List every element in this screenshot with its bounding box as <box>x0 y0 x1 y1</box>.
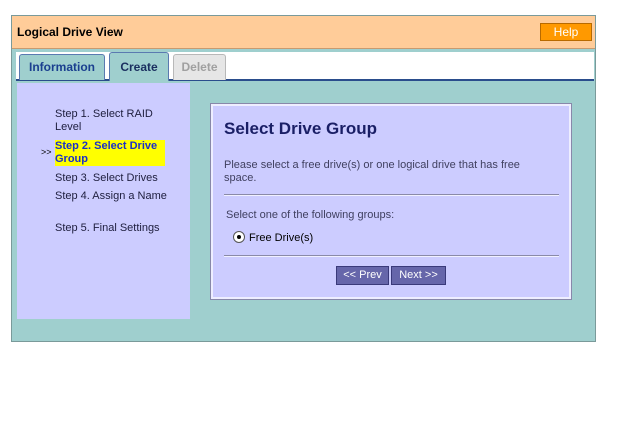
drive-group-panel: Select Drive Group Please select a free … <box>210 103 572 300</box>
step-select-drive-group: Step 2. Select Drive Group <box>55 140 165 166</box>
step-select-drives: Step 3. Select Drives <box>55 172 158 184</box>
free-drives-label: Free Drive(s) <box>249 232 314 244</box>
help-button[interactable]: Help <box>540 23 592 41</box>
divider <box>224 194 559 196</box>
tab-information[interactable]: Information <box>19 54 105 80</box>
step-final-settings: Step 5. Final Settings <box>55 222 160 234</box>
tab-create[interactable]: Create <box>109 52 169 81</box>
panel-heading: Select Drive Group <box>224 119 378 138</box>
divider <box>224 255 559 257</box>
tab-delete: Delete <box>173 54 226 80</box>
wizard-steps-sidebar: Step 1. Select RAID Level >> Step 2. Sel… <box>17 83 190 319</box>
window-title: Logical Drive View <box>17 25 123 39</box>
panel-description: Please select a free drive(s) or one log… <box>224 159 520 184</box>
title-bar: Logical Drive View Help <box>12 16 595 49</box>
free-drives-option[interactable]: Free Drive(s) <box>233 231 313 244</box>
logical-drive-window: Logical Drive View Help Information Crea… <box>11 15 596 342</box>
next-button[interactable]: Next >> <box>391 266 446 285</box>
prev-button[interactable]: << Prev <box>336 266 389 285</box>
step-assign-name: Step 4. Assign a Name <box>55 190 167 202</box>
group-prompt: Select one of the following groups: <box>226 209 395 221</box>
current-step-marker: >> <box>41 147 52 157</box>
tab-strip: Information Create Delete <box>16 52 594 81</box>
radio-selected-icon[interactable] <box>233 231 245 243</box>
step-select-raid-level: Step 1. Select RAID Level <box>55 108 153 133</box>
